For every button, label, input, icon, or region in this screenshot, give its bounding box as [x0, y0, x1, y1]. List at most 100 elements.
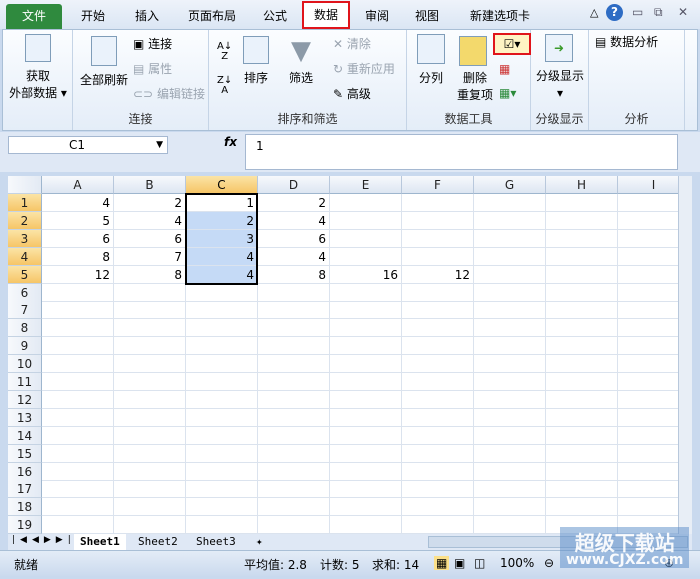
cell[interactable] [546, 211, 618, 230]
row-header[interactable]: 4 [8, 247, 42, 266]
cell[interactable] [546, 194, 618, 212]
select-all[interactable] [8, 176, 42, 194]
cell[interactable] [330, 480, 402, 499]
row-header[interactable]: 14 [8, 426, 42, 445]
cell[interactable] [330, 194, 402, 212]
cell[interactable] [618, 248, 678, 266]
edit-links-button[interactable]: ⊂⊃ 编辑链接 [133, 86, 205, 103]
cell[interactable] [258, 480, 330, 499]
insert-function-icon[interactable]: fx [224, 135, 237, 149]
cell[interactable] [402, 408, 474, 427]
column-header[interactable]: E [330, 176, 402, 194]
cell[interactable] [330, 390, 402, 409]
cell[interactable] [42, 390, 114, 409]
cell[interactable] [114, 462, 186, 481]
cell[interactable] [474, 408, 546, 427]
cell[interactable] [42, 462, 114, 481]
cell[interactable] [618, 409, 678, 427]
cell[interactable] [42, 319, 114, 338]
cell[interactable] [402, 373, 474, 391]
cell[interactable] [618, 355, 678, 374]
cell[interactable] [474, 229, 546, 248]
row-header[interactable]: 6 [8, 283, 42, 302]
cell[interactable] [402, 247, 474, 266]
sheet-nav-icons[interactable]: |◀◀▶▶| [12, 535, 76, 545]
what-if-icon[interactable]: ▦▾ [499, 86, 516, 100]
row-header[interactable]: 10 [8, 355, 42, 374]
reapply-button[interactable]: ↻ 重新应用 [333, 61, 395, 78]
remove-duplicates-button[interactable]: 删除 重复项 [455, 70, 495, 104]
cell[interactable]: 5 [42, 211, 114, 230]
column-header[interactable]: G [474, 176, 546, 194]
cell[interactable] [618, 445, 678, 463]
cell[interactable] [546, 301, 618, 320]
row-header[interactable]: 9 [8, 337, 42, 356]
cell[interactable] [114, 516, 186, 534]
cell[interactable] [618, 301, 678, 320]
cell[interactable] [114, 480, 186, 499]
minimize-icon[interactable]: ▭ [632, 5, 643, 19]
column-header[interactable]: A [42, 176, 114, 194]
cell[interactable] [474, 247, 546, 266]
cell[interactable] [402, 301, 474, 320]
cell[interactable] [474, 301, 546, 320]
cell[interactable] [546, 229, 618, 248]
refresh-all-button[interactable]: 全部刷新 [75, 72, 133, 89]
cell[interactable] [546, 462, 618, 481]
cell[interactable] [330, 408, 402, 427]
cell[interactable] [114, 301, 186, 320]
cell[interactable]: 4 [186, 247, 258, 266]
cell[interactable] [42, 480, 114, 499]
consolidate-icon[interactable]: ▦ [499, 62, 510, 76]
cell[interactable] [42, 426, 114, 445]
cell[interactable] [114, 373, 186, 391]
row-header[interactable]: 13 [8, 408, 42, 427]
cell[interactable] [546, 265, 618, 284]
cell[interactable] [330, 355, 402, 374]
cell[interactable] [618, 212, 678, 230]
cell[interactable]: 2 [258, 194, 330, 212]
cell[interactable] [186, 498, 258, 517]
tab-new[interactable]: 新建选项卡 [458, 4, 542, 29]
cell[interactable] [42, 408, 114, 427]
cell[interactable] [402, 355, 474, 374]
cell[interactable] [402, 229, 474, 248]
get-external-data-button[interactable]: 获取 外部数据 ▾ [3, 68, 73, 102]
cell[interactable] [186, 516, 258, 534]
cell[interactable] [186, 444, 258, 463]
cell[interactable] [114, 426, 186, 445]
row-header[interactable]: 19 [8, 516, 42, 534]
tab-review[interactable]: 审阅 [356, 4, 398, 29]
cell[interactable] [618, 498, 678, 517]
cell[interactable] [42, 283, 114, 302]
row-header[interactable]: 16 [8, 462, 42, 481]
filter-button[interactable]: 筛选 [289, 70, 313, 87]
cell[interactable] [618, 427, 678, 445]
cell[interactable] [258, 301, 330, 320]
cell[interactable] [186, 426, 258, 445]
cell[interactable] [474, 462, 546, 481]
tab-page-layout[interactable]: 页面布局 [180, 4, 244, 29]
cell[interactable] [114, 337, 186, 356]
cell[interactable] [330, 247, 402, 266]
data-validation-button[interactable]: ☑▾ [493, 33, 531, 55]
cell[interactable] [258, 355, 330, 374]
tab-file[interactable]: 文件 [6, 4, 62, 29]
advanced-button[interactable]: ✎ 高级 [333, 86, 371, 103]
row-header[interactable]: 7 [8, 301, 42, 320]
cell[interactable]: 12 [42, 265, 114, 284]
cell[interactable] [402, 444, 474, 463]
cell[interactable] [546, 444, 618, 463]
restore-icon[interactable]: ⧉ [654, 5, 663, 20]
cell[interactable] [42, 516, 114, 534]
cell[interactable] [618, 230, 678, 248]
cell[interactable] [474, 480, 546, 499]
sheet-tab-3[interactable]: Sheet3 [190, 534, 242, 550]
row-header[interactable]: 5 [8, 265, 42, 284]
cell[interactable] [330, 516, 402, 534]
cell[interactable] [186, 337, 258, 356]
zoom-out-icon[interactable]: ⊖ [544, 556, 554, 570]
cell[interactable] [402, 498, 474, 517]
column-header[interactable]: B [114, 176, 186, 194]
cell[interactable] [546, 390, 618, 409]
